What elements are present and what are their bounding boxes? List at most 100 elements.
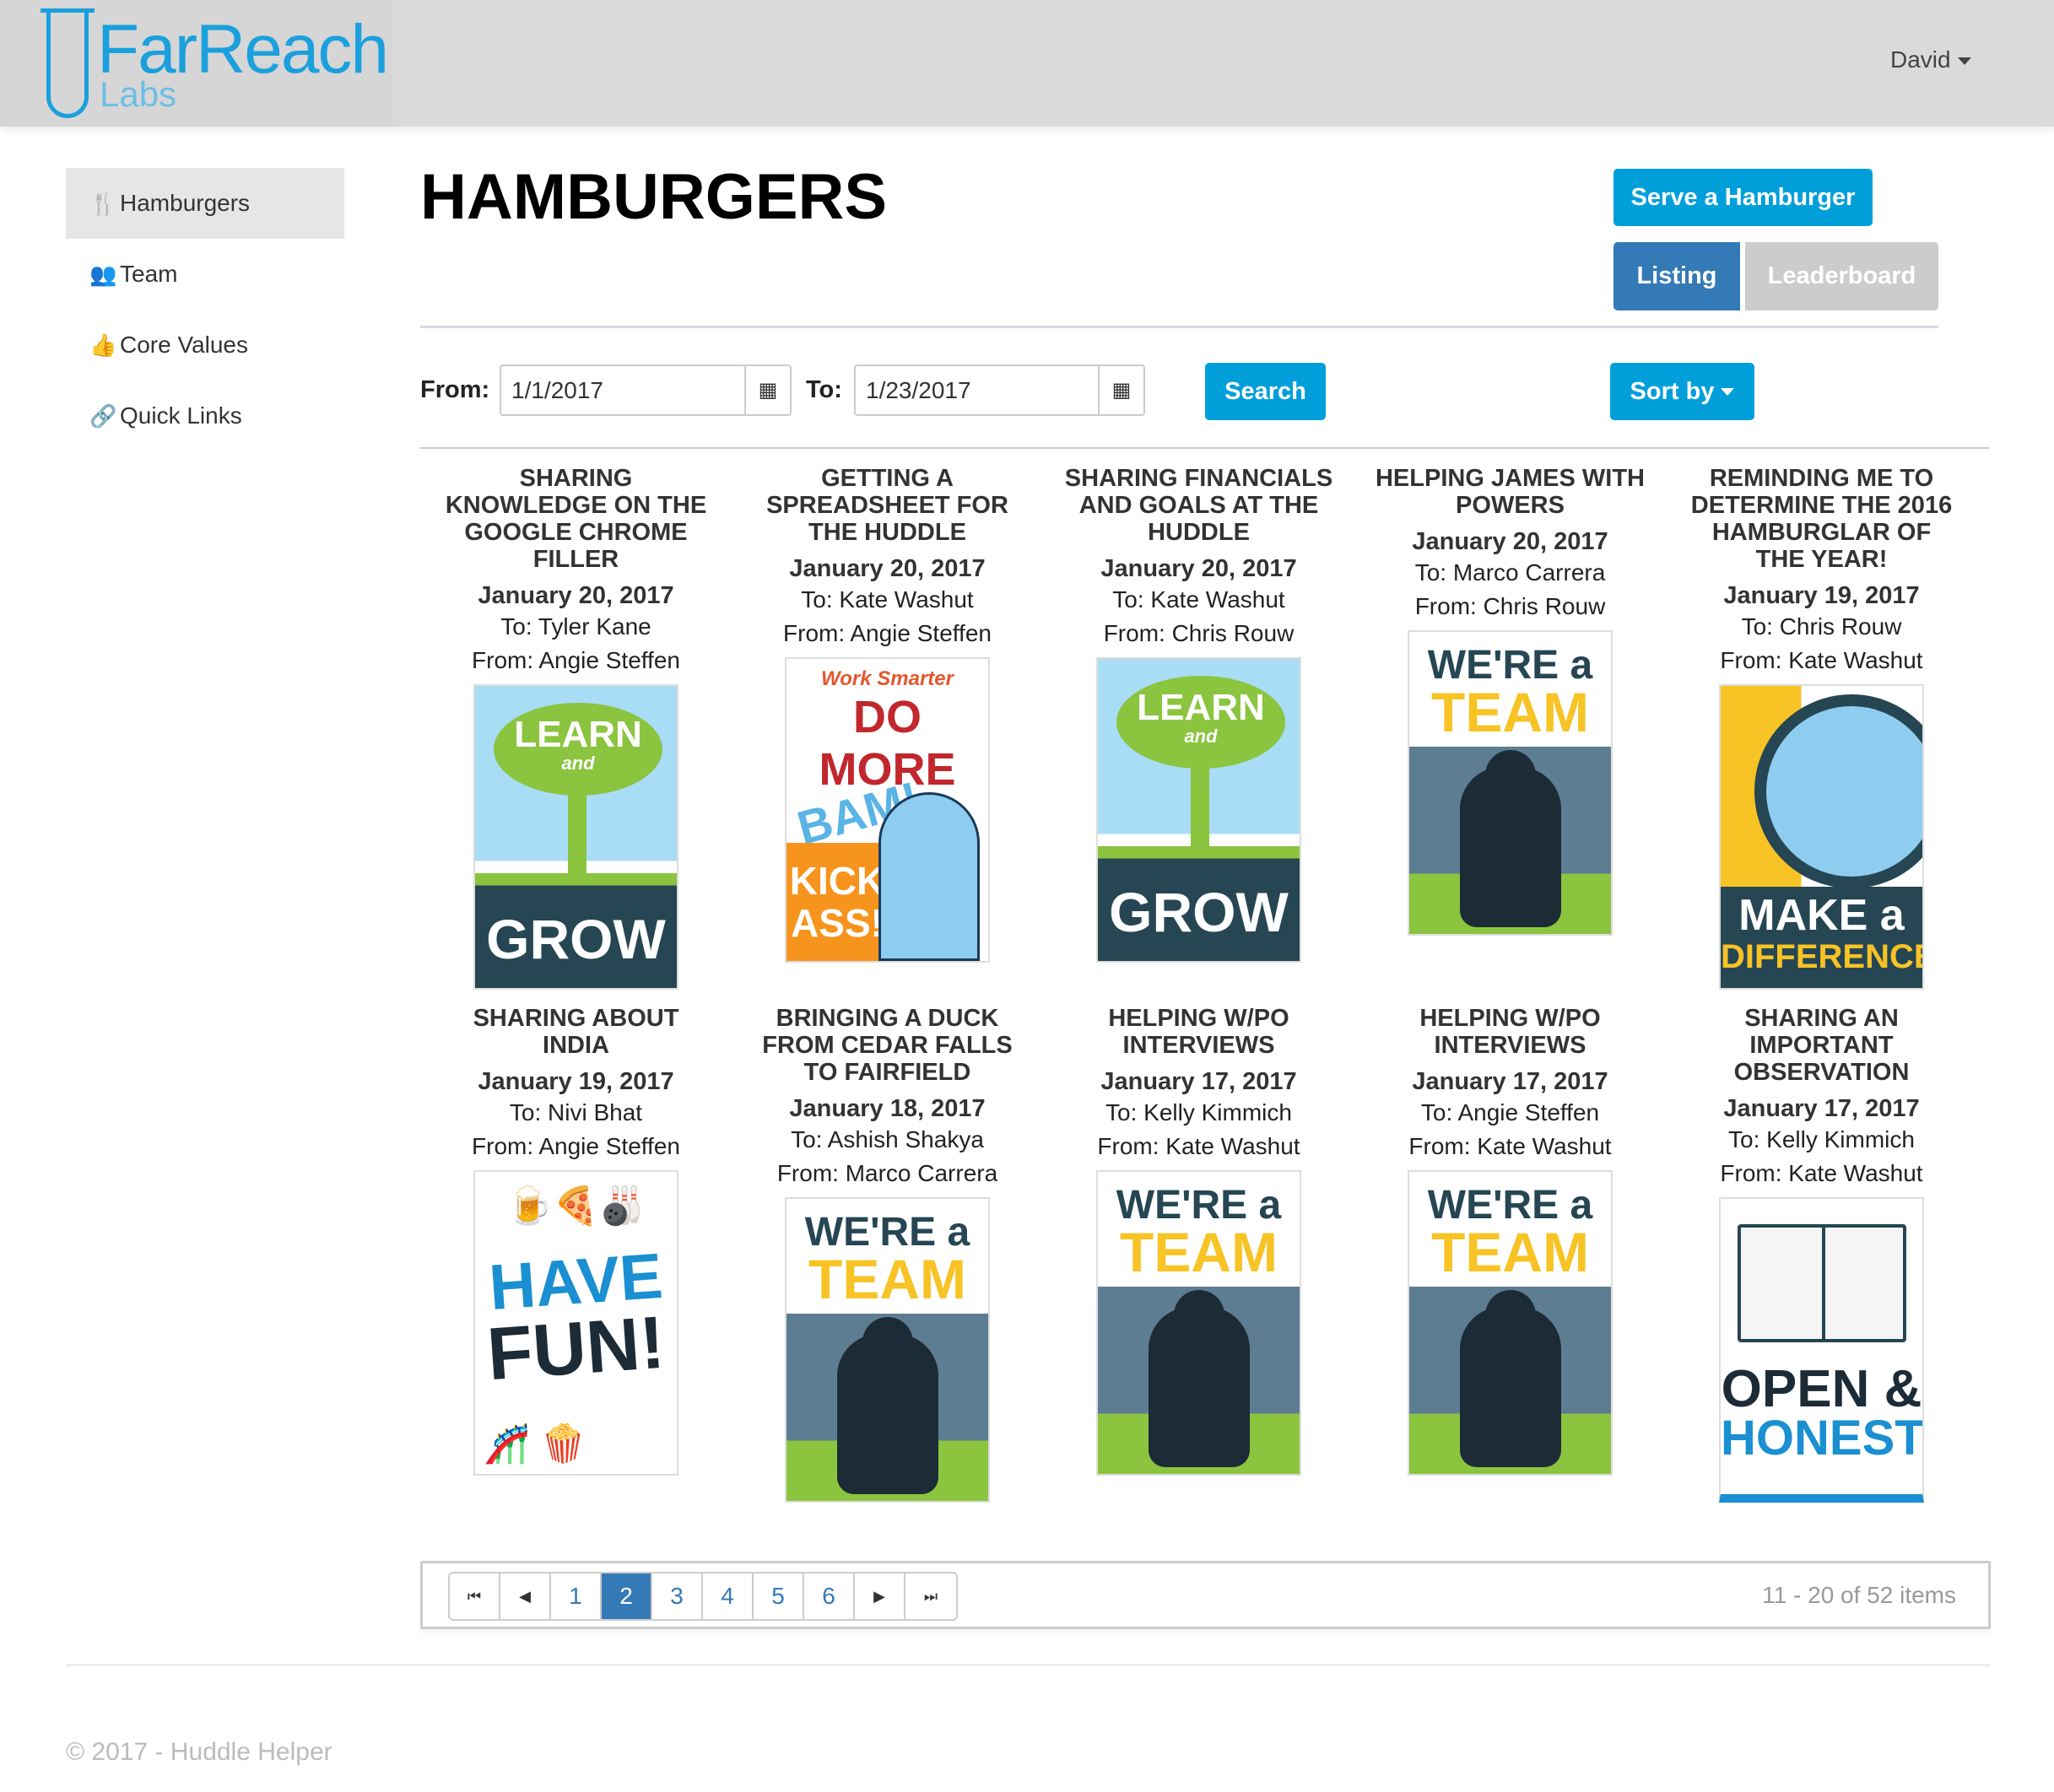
hamburger-card: Sharing financials and goals at the hudd… <box>1043 465 1354 990</box>
card-sender: From: Kate Washut <box>1720 1160 1923 1186</box>
farreach-logo[interactable]: FarReach Labs <box>0 0 392 127</box>
prev-page-button[interactable]: ◀ <box>500 1573 551 1619</box>
card-recipient: To: Kelly Kimmich <box>1105 1099 1292 1125</box>
page-button[interactable]: 5 <box>754 1573 804 1619</box>
card-recipient: To: Tyler Kane <box>500 613 651 640</box>
card-recipient: To: Angie Steffen <box>1420 1099 1600 1125</box>
card-title: Bringing a duck from Cedar Falls to Fair… <box>762 1005 1013 1086</box>
team-poster[interactable]: WE'RE a TEAM <box>785 1197 990 1503</box>
card-sender: From: Chris Rouw <box>1103 620 1295 646</box>
sidebar-item-label: Core Values <box>120 332 249 358</box>
calendar-icon[interactable]: ▦ <box>1098 366 1143 414</box>
tab-leaderboard[interactable]: Leaderboard <box>1745 242 1938 310</box>
test-tube-icon <box>41 8 95 118</box>
to-label: To: <box>806 376 842 403</box>
first-page-button[interactable]: ⏮ <box>450 1573 500 1619</box>
page-title: HAMBURGERS <box>420 161 888 233</box>
card-date: January 18, 2017 <box>789 1095 986 1122</box>
page-button[interactable]: 6 <box>804 1573 855 1619</box>
card-sender: From: Kate Washut <box>1408 1133 1612 1159</box>
caret-down-icon <box>1721 387 1735 396</box>
learn-grow-poster[interactable]: LEARN and GROW <box>1096 657 1301 963</box>
card-date: January 20, 2017 <box>1412 528 1608 555</box>
divider <box>420 447 1989 449</box>
poster-text: and <box>1184 726 1218 747</box>
next-page-button[interactable]: ▶ <box>855 1573 905 1619</box>
poster-text: GROW <box>1109 881 1289 943</box>
team-poster[interactable]: WE'RE a TEAM <box>1408 630 1613 936</box>
divider <box>420 326 1938 328</box>
card-date: January 20, 2017 <box>1100 555 1297 582</box>
poster-text: TEAM <box>1120 1221 1278 1283</box>
users-icon: 👥 <box>89 261 117 287</box>
to-date-input[interactable]: 1/23/2017 ▦ <box>854 364 1145 416</box>
sidebar-item-label: Quick Links <box>120 402 242 429</box>
card-title: Helping w/PO interviews <box>1108 1005 1289 1059</box>
football-player-figure <box>1460 750 1561 927</box>
hamburger-card: Helping w/PO interviews January 17, 2017… <box>1354 1005 1666 1503</box>
card-title: Sharing financials and goals at the hudd… <box>1064 465 1333 546</box>
poster-text: KICK ASS! <box>786 843 888 961</box>
poster-text: LEARN <box>1137 687 1265 728</box>
user-name: David <box>1890 46 1951 73</box>
sidebar: 🍴 Hamburgers 👥 Team 👍 Core Values 🔗 Quick Li… <box>66 168 344 451</box>
page-button[interactable]: 2 <box>602 1573 652 1619</box>
team-poster[interactable]: WE'RE a TEAM <box>1408 1170 1613 1476</box>
poster-text: TEAM <box>808 1248 966 1310</box>
card-recipient: To: Marco Carrera <box>1414 559 1606 586</box>
calendar-icon[interactable]: ▦ <box>744 366 790 414</box>
user-menu[interactable]: David <box>1890 46 1971 73</box>
page-button[interactable]: 3 <box>652 1573 703 1619</box>
sort-by-dropdown[interactable]: Sort by <box>1610 363 1754 420</box>
from-date-value: 1/1/2017 <box>511 376 603 403</box>
poster-text: WE'RE a <box>1427 1183 1593 1228</box>
from-date-input[interactable]: 1/1/2017 ▦ <box>500 364 792 416</box>
hamburger-card: Helping James with powers January 20, 20… <box>1354 465 1666 990</box>
serve-hamburger-button[interactable]: Serve a Hamburger <box>1613 169 1873 226</box>
hamburger-card: Bringing a duck from Cedar Falls to Fair… <box>732 1005 1043 1503</box>
card-sender: From: Angie Steffen <box>472 1133 680 1159</box>
pagination-bar: ⏮ ◀ 1 2 3 4 5 6 ▶ ⏭ 11 - 20 of 52 items <box>420 1561 1991 1629</box>
have-fun-poster[interactable]: 🍺🍕🎳 HAVE FUN! 🎢 🍿 <box>473 1170 678 1476</box>
hamburger-card: Helping w/PO interviews January 17, 2017… <box>1043 1005 1354 1503</box>
team-poster[interactable]: WE'RE a TEAM <box>1096 1170 1301 1476</box>
footer-divider <box>66 1664 1991 1666</box>
card-date: January 20, 2017 <box>478 582 674 609</box>
card-date: January 20, 2017 <box>789 555 986 582</box>
poster-text: TEAM <box>1431 1221 1589 1283</box>
card-date: January 19, 2017 <box>478 1068 674 1095</box>
poster-text: TEAM <box>1431 681 1589 743</box>
poster-text: Work Smarter <box>821 667 954 690</box>
card-sender: From: Kate Washut <box>1720 647 1923 673</box>
sidebar-item-hamburgers[interactable]: 🍴 Hamburgers <box>66 168 344 239</box>
page-button[interactable]: 1 <box>551 1573 602 1619</box>
sidebar-item-team[interactable]: 👥 Team <box>66 239 344 310</box>
globe-figure <box>1754 694 1922 888</box>
do-more-poster[interactable]: Work Smarter DO MORE BAM! KICK ASS! <box>785 657 990 963</box>
hamburger-card: Getting a spreadsheet for the huddle Jan… <box>732 465 1043 990</box>
last-page-button[interactable]: ⏭ <box>905 1573 956 1619</box>
to-date-value: 1/23/2017 <box>866 376 971 403</box>
poster-text: and <box>561 753 595 774</box>
make-difference-poster[interactable]: MAKE a DIFFERENCE <box>1719 684 1924 990</box>
party-icons: 🍺🍕🎳 <box>506 1185 646 1227</box>
sidebar-item-core-values[interactable]: 👍 Core Values <box>66 310 344 381</box>
learn-grow-poster[interactable]: LEARN and GROW <box>473 684 678 990</box>
tree-canopy: LEARN and <box>494 703 662 796</box>
page-button[interactable]: 4 <box>703 1573 754 1619</box>
card-title: Sharing about India <box>473 1005 679 1059</box>
search-button[interactable]: Search <box>1205 363 1326 420</box>
open-honest-poster[interactable]: OPEN & HONEST <box>1719 1197 1924 1503</box>
football-player-figure <box>837 1317 938 1494</box>
poster-text: LEARN <box>514 714 642 755</box>
poster-text: HONEST <box>1721 1411 1924 1465</box>
cutlery-icon: 🍴 <box>89 190 117 216</box>
sidebar-item-label: Team <box>120 261 178 287</box>
football-player-figure <box>1460 1290 1561 1467</box>
card-recipient: To: Kelly Kimmich <box>1728 1126 1915 1152</box>
poster-text: WE'RE a <box>1427 643 1593 688</box>
link-icon: 🔗 <box>89 402 117 429</box>
sidebar-item-quick-links[interactable]: 🔗 Quick Links <box>66 381 344 451</box>
tab-listing[interactable]: Listing <box>1613 242 1740 310</box>
poster-text: WE'RE a <box>1116 1183 1282 1228</box>
